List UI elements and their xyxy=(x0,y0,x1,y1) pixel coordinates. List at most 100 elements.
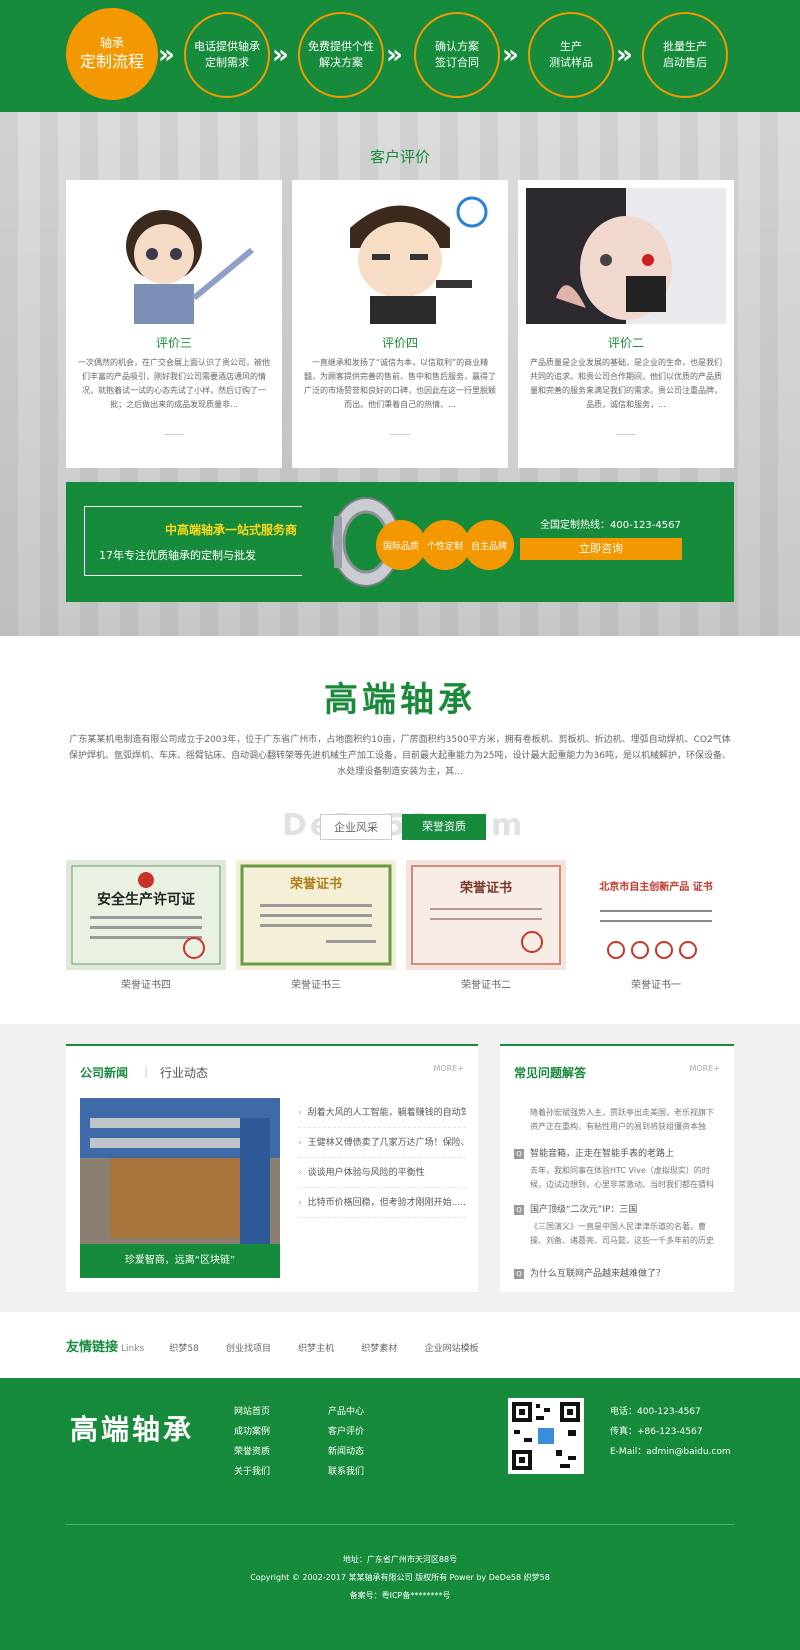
friend-links: 友情链接 Links 织梦58 创业找项目 织梦主机 织梦素材 企业网站模板 xyxy=(66,1336,734,1355)
footer-nav-link[interactable]: 荣誉资质 xyxy=(234,1444,270,1457)
process-step-line1: 生产 xyxy=(560,40,582,53)
news-title: 王健林又傅债卖了几家万达广场！保险、信托... xyxy=(307,1138,466,1148)
process-step-line2: 签订合同 xyxy=(435,56,479,69)
process-step-4: 确认方案 签订合同 xyxy=(414,12,500,98)
news-title: 谈谈用户体验与风险的平衡性 xyxy=(307,1168,425,1178)
process-step-2: 电话提供轴承 定制需求 xyxy=(184,12,270,98)
review-avatar-image xyxy=(300,188,500,324)
news-list-item[interactable]: › 谈谈用户体验与风险的平衡性 xyxy=(298,1158,466,1188)
review-text: 产品质量是企业发展的基础，是企业的生命，也是我们共同的追求。和贵公司合作期间，他… xyxy=(530,358,722,409)
footer-nav-link[interactable]: 联系我们 xyxy=(328,1464,364,1477)
banner-feature-badge: 个性定制 xyxy=(420,520,470,570)
news-panel: 公司新闻 | 行业动态 MORE+ 珍爱智商，远离“区块链” › 刮着大风的人工智… xyxy=(66,1044,478,1292)
news-list-item[interactable]: › 王健林又傅债卖了几家万达广场！保险、信托... xyxy=(298,1128,466,1158)
tab-honors[interactable]: 荣誉资质 xyxy=(402,814,486,840)
footer-phone: 电话：400-123-4567 xyxy=(610,1407,701,1417)
faq-question[interactable]: Q 国产顶级“二次元”IP：三国 xyxy=(514,1202,714,1215)
certificate-caption[interactable]: 荣誉证书三 xyxy=(236,976,396,991)
process-step-6: 批量生产 启动售后 xyxy=(642,12,728,98)
links-title: 友情链接 xyxy=(66,1340,119,1355)
certificate-title: 北京市自主创新产品 证书 xyxy=(599,880,712,893)
friend-link[interactable]: 织梦主机 xyxy=(298,1344,334,1354)
process-step-line1: 批量生产 xyxy=(663,40,707,53)
qr-code-icon xyxy=(508,1398,584,1474)
service-banner: 中高端轴承一站式服务商 17年专注优质轴承的定制与批发 国际品质 个性定制 自主… xyxy=(66,482,734,602)
chevron-right-icon: › xyxy=(298,1168,302,1178)
footer-address: 地址：广东省广州市天河区88号 xyxy=(342,1555,458,1564)
process-arrow-icon: » xyxy=(616,40,633,70)
footer-logo[interactable]: 高端轴承 xyxy=(70,1408,194,1448)
review-card[interactable]: 评价二 产品质量是企业发展的基础，是企业的生命，也是我们共同的追求。和贵公司合作… xyxy=(518,180,734,468)
footer-nav-link[interactable]: 网站首页 xyxy=(234,1404,270,1417)
faq-question[interactable]: Q 智能音箱，正走在智能手表的老路上 xyxy=(514,1146,714,1159)
tab-separator: | xyxy=(144,1064,149,1078)
news-featured-caption[interactable]: 珍爱智商，远离“区块链” xyxy=(80,1244,280,1278)
tab-company-style[interactable]: 企业风采 xyxy=(320,814,392,840)
chevron-right-icon: › xyxy=(298,1108,302,1118)
friend-link[interactable]: 织梦58 xyxy=(169,1344,198,1354)
certificate-image[interactable]: 荣誉证书 xyxy=(236,860,396,970)
reviews-title: 客户评价 xyxy=(369,148,430,166)
review-card[interactable]: 评价四 一直继承和发扬了“诚信为本，以信取利”的商业精髓，为顾客提供完善的售前、… xyxy=(292,180,508,468)
certificate-image[interactable]: 北京市自主创新产品 证书 xyxy=(576,860,736,970)
footer-nav-link[interactable]: 关于我们 xyxy=(234,1464,270,1477)
chevron-right-icon: › xyxy=(298,1198,302,1208)
certificate-image[interactable]: 荣誉证书 xyxy=(406,860,566,970)
divider xyxy=(164,434,184,435)
process-step-line1: 确认方案 xyxy=(435,40,479,53)
process-step-line1: 电话提供轴承 xyxy=(194,40,260,53)
certificate-caption[interactable]: 荣誉证书一 xyxy=(576,976,736,991)
process-step-5: 生产 测试样品 xyxy=(528,12,614,98)
faq-question-text: 智能音箱，正走在智能手表的老路上 xyxy=(530,1149,675,1159)
faq-question-text: 国产顶级“二次元”IP：三国 xyxy=(530,1205,638,1215)
process-step-line2: 定制需求 xyxy=(205,56,249,69)
footer-nav-link[interactable]: 新闻动态 xyxy=(328,1444,364,1457)
consult-button[interactable]: 立即咨询 xyxy=(520,538,682,560)
banner-subtitle: 17年专注优质轴承的定制与批发 xyxy=(99,549,256,562)
review-name: 评价三 xyxy=(155,336,192,350)
faq-panel: 常见问题解答 MORE+ 随着孙宏斌强势入主，贾跃亭出走美国，老乐视旗下资产正在… xyxy=(500,1044,734,1292)
process-step-line2: 测试样品 xyxy=(549,56,593,69)
process-step-line1: 免费提供个性 xyxy=(308,40,374,53)
process-step-line2: 启动售后 xyxy=(663,56,707,69)
divider xyxy=(616,434,636,435)
process-step-line1: 轴承 xyxy=(99,36,124,50)
news-title: 刮着大风的人工智能，躺着赚钱的自动驾驶 |... xyxy=(307,1108,466,1118)
footer-copyright: Copyright © 2002-2017 某某轴承有限公司 版权所有 Powe… xyxy=(250,1573,550,1582)
process-step-1: 轴承 定制流程 xyxy=(66,8,158,100)
chevron-right-icon: › xyxy=(298,1138,302,1148)
footer-icp[interactable]: 备案号：粤ICP备********号 xyxy=(0,1590,800,1601)
footer-email[interactable]: E-Mail：admin@baidu.com xyxy=(610,1444,731,1457)
friend-link[interactable]: 织梦素材 xyxy=(361,1344,397,1354)
process-arrow-icon: » xyxy=(158,40,175,70)
review-text: 一次偶然的机会，在广交会展上面认识了贵公司，被他们丰富的产品吸引，刚好我们公司需… xyxy=(78,358,270,409)
tab-company-news[interactable]: 公司新闻 xyxy=(80,1064,128,1081)
faq-question[interactable]: Q 为什么互联网产品越来越难做了？ xyxy=(514,1266,714,1279)
review-avatar-image xyxy=(526,188,726,324)
certificate-caption[interactable]: 荣誉证书二 xyxy=(406,976,566,991)
links-subtitle: Links xyxy=(121,1344,145,1354)
friend-link[interactable]: 创业找项目 xyxy=(226,1344,271,1354)
news-list-item[interactable]: › 比特币价格回稳，但考验才刚刚开始...... xyxy=(298,1188,466,1218)
review-card[interactable]: 评价三 一次偶然的机会，在广交会展上面认识了贵公司，被他们丰富的产品吸引，刚好我… xyxy=(66,180,282,468)
news-list-item[interactable]: › 刮着大风的人工智能，躺着赚钱的自动驾驶 |... xyxy=(298,1098,466,1128)
review-name: 评价二 xyxy=(607,336,644,350)
question-icon: Q xyxy=(514,1205,524,1215)
certificate-image[interactable]: 安全生产许可证 xyxy=(66,860,226,970)
banner-text-box: 中高端轴承一站式服务商 17年专注优质轴承的定制与批发 xyxy=(84,506,302,576)
news-more-link[interactable]: MORE+ xyxy=(433,1064,464,1073)
about-logo: 高端轴承 xyxy=(324,680,476,720)
tab-industry-news[interactable]: 行业动态 xyxy=(160,1064,208,1081)
footer-nav-link[interactable]: 客户评价 xyxy=(328,1424,364,1437)
faq-question-text: 为什么互联网产品越来越难做了？ xyxy=(530,1269,666,1279)
question-icon: Q xyxy=(514,1269,524,1279)
faq-more-link[interactable]: MORE+ xyxy=(689,1064,720,1073)
friend-link[interactable]: 企业网站模板 xyxy=(425,1344,479,1354)
faq-title: 常见问题解答 xyxy=(514,1066,587,1080)
footer-nav-link[interactable]: 产品中心 xyxy=(328,1404,364,1417)
certificate-caption[interactable]: 荣誉证书四 xyxy=(66,976,226,991)
process-arrow-icon: » xyxy=(386,40,403,70)
footer-nav-link[interactable]: 成功案例 xyxy=(234,1424,270,1437)
faq-answer: 去年，我和同事在体验HTC Vive（虚拟现实）的时候，边试边想到，心里非常激动… xyxy=(530,1166,714,1189)
process-step-3: 免费提供个性 解决方案 xyxy=(298,12,384,98)
